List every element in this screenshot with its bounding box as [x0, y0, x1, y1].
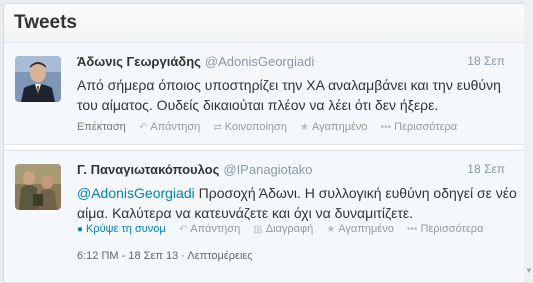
author-display-name[interactable]: Γ. Παναγιωτακόπουλος: [77, 162, 219, 177]
expand-link[interactable]: Επέκταση: [77, 121, 126, 133]
mention-link[interactable]: @AdonisGeorgiadi: [77, 185, 195, 201]
favorite-label: Αγαπημένο: [311, 121, 368, 133]
tweets-panel: Tweets Άδωνις Γεωργιάδης @AdonisGeorgiadi…: [3, 3, 526, 283]
tweet-item[interactable]: Άδωνις Γεωργιάδης @AdonisGeorgiadi 18 Σεπ…: [4, 43, 525, 145]
retweet-button[interactable]: ⇄ Κοινοποίηση: [213, 121, 287, 133]
author-display-name[interactable]: Άδωνις Γεωργιάδης: [77, 54, 201, 69]
reply-label: Απάντηση: [150, 121, 201, 133]
more-label: Περισσότερα: [394, 121, 458, 133]
star-icon: ★: [326, 224, 336, 235]
avatar[interactable]: [15, 56, 61, 102]
delete-label: Διαγραφή: [265, 223, 314, 235]
collapse-label: Κρύψε τη συνομ: [86, 223, 166, 235]
favorite-button[interactable]: ★ Αγαπημένο: [300, 121, 368, 133]
reply-icon: ↶: [178, 224, 188, 235]
star-icon: ★: [300, 122, 309, 133]
reply-button[interactable]: ↶ Απάντηση: [179, 223, 240, 235]
panel-header: Tweets: [4, 4, 525, 43]
favorite-button[interactable]: ★ Αγαπημένο: [326, 223, 394, 235]
scroll-down-arrow-icon[interactable]: ▼: [525, 266, 533, 276]
tweet-actions: Επέκταση ↶ Απάντηση ⇄ Κοινοποίηση ★ Αγαπημέ…: [77, 121, 467, 133]
tweet-time[interactable]: 18 Σεπ: [467, 54, 505, 68]
tweet-text: @AdonisGeorgiadi Προσοχή Άδωνι. Η συλλογ…: [77, 183, 517, 223]
reply-icon: ↶: [138, 122, 148, 133]
delete-button[interactable]: ▥ Διαγραφή: [253, 223, 313, 235]
author-handle[interactable]: @IPanagiotako: [223, 162, 312, 177]
avatar[interactable]: [15, 164, 61, 210]
author-name[interactable]: Γ. Παναγιωτακόπουλος @IPanagiotako: [77, 162, 312, 177]
trash-icon: ▥: [253, 224, 263, 235]
tweet-details[interactable]: 6:12 ΠΜ - 18 Σεπ 13 · Λεπτομέρειες: [77, 250, 253, 262]
scrollbar[interactable]: ▼: [524, 0, 533, 281]
reply-label: Απάντηση: [190, 223, 241, 235]
collapse-conversation-link[interactable]: ● Κρύψε τη συνομ: [77, 223, 166, 235]
tweet-item[interactable]: Γ. Παναγιωτακόπουλος @IPanagiotako 18 Σεπ…: [4, 150, 525, 282]
tweet-text: Από σήμερα όποιος υποστηρίζει την ΧΑ ανα…: [77, 77, 501, 113]
author-name[interactable]: Άδωνις Γεωργιάδης @AdonisGeorgiadi: [77, 54, 314, 69]
more-dots-icon: •••: [380, 122, 392, 133]
more-dots-icon: •••: [406, 224, 418, 235]
author-handle[interactable]: @AdonisGeorgiadi: [205, 54, 314, 69]
retweet-icon: ⇄: [213, 122, 222, 133]
tweet-actions: ● Κρύψε τη συνομ ↶ Απάντηση ▥ Διαγραφή ★ Αγα…: [77, 223, 493, 235]
more-label: Περισσότερα: [420, 223, 484, 235]
retweet-label: Κοινοποίηση: [224, 121, 287, 133]
tweet-time[interactable]: 18 Σεπ: [467, 162, 505, 176]
more-button[interactable]: ••• Περισσότερα: [407, 223, 483, 235]
more-button[interactable]: ••• Περισσότερα: [381, 121, 457, 133]
reply-button[interactable]: ↶ Απάντηση: [139, 121, 200, 133]
favorite-label: Αγαπημένο: [338, 223, 394, 235]
panel-title: Tweets: [14, 12, 78, 33]
speech-bubble-icon: ●: [77, 224, 84, 235]
